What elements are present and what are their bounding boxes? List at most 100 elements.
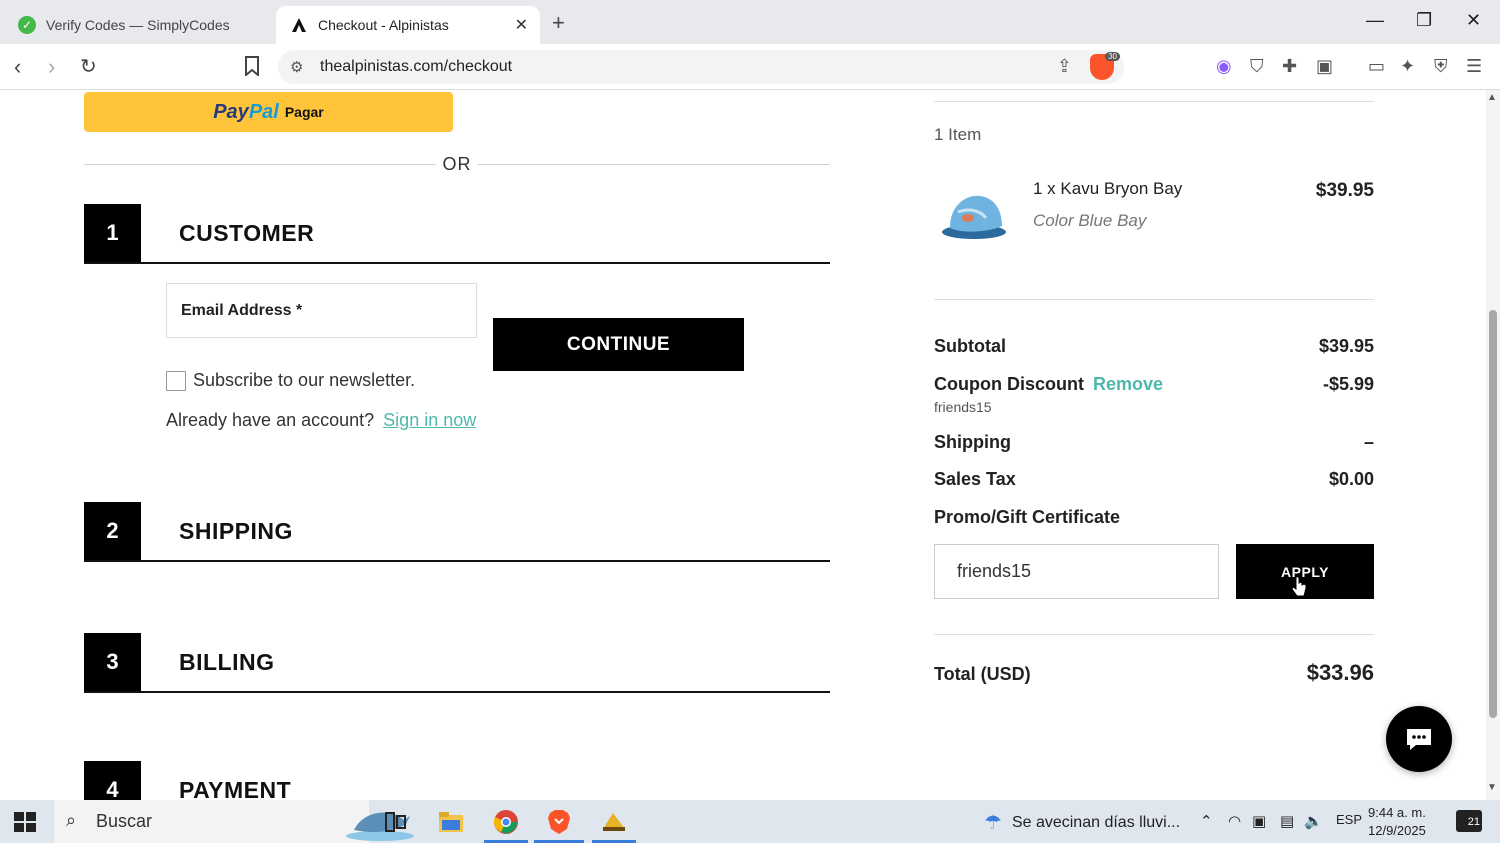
shield-extension-icon[interactable]: ⛉ bbox=[1250, 56, 1264, 77]
email-field[interactable]: Email Address * bbox=[166, 283, 477, 338]
newsletter-label: Subscribe to our newsletter. bbox=[193, 370, 416, 390]
weather-text: Se avecinan días lluvi... bbox=[1011, 813, 1181, 831]
url-text: thealpinistas.com/checkout bbox=[320, 58, 513, 75]
coupon-code: friends15 bbox=[934, 399, 992, 415]
coupon-value: -$5.99 bbox=[1322, 374, 1374, 394]
tab-checkout[interactable]: Checkout - Alpinistas ✕ bbox=[276, 6, 540, 44]
step-title: SHIPPING bbox=[179, 518, 293, 544]
notification-center-icon[interactable]: 21 bbox=[1456, 810, 1482, 832]
close-window-icon[interactable]: ✕ bbox=[1466, 10, 1481, 31]
scrollbar-thumb[interactable] bbox=[1489, 310, 1497, 718]
weather-widget[interactable]: ☂ Se avecinan días lluvi... bbox=[984, 810, 1180, 835]
address-bar[interactable]: ⚙ thealpinistas.com/checkout ⇪ 30 bbox=[278, 50, 1124, 84]
reload-icon[interactable]: ↻ bbox=[80, 54, 97, 79]
menu-icon[interactable]: ☰ bbox=[1466, 56, 1482, 77]
vpn-icon[interactable]: ⛨ bbox=[1434, 56, 1448, 77]
device-icon[interactable]: ▤ bbox=[1280, 812, 1294, 830]
brave-icon[interactable] bbox=[545, 808, 573, 836]
minimize-window-icon[interactable]: — bbox=[1366, 10, 1384, 31]
newsletter-checkbox[interactable] bbox=[166, 370, 186, 391]
app-icon[interactable] bbox=[600, 808, 628, 836]
file-explorer-icon[interactable] bbox=[437, 808, 465, 836]
close-tab-icon[interactable]: ✕ bbox=[515, 15, 528, 35]
paypal-label: Pagar bbox=[284, 104, 324, 120]
paypal-logo: PayPal bbox=[213, 100, 279, 123]
browser-toolbar: ‹ › ↻ ⚙ thealpinistas.com/checkout ⇪ 30 … bbox=[0, 44, 1500, 90]
step-title: BILLING bbox=[179, 649, 275, 675]
site-settings-icon[interactable]: ⚙ bbox=[290, 58, 303, 76]
step-shipping[interactable]: 2 SHIPPING bbox=[84, 502, 830, 562]
clock[interactable]: 9:44 a. m. 12/9/2025 bbox=[1368, 804, 1426, 840]
windows-taskbar: ⌕ Buscar ☂ Se avecinan días lluvi... ⌃ ◠… bbox=[0, 800, 1500, 843]
item-variant: Color Blue Bay bbox=[1033, 211, 1147, 230]
meet-now-icon[interactable]: ▣ bbox=[1252, 812, 1266, 830]
step-title: PAYMENT bbox=[179, 777, 292, 800]
leo-ai-icon[interactable]: ◉ bbox=[1216, 56, 1232, 77]
item-price: $39.95 bbox=[1315, 180, 1374, 201]
scroll-down-icon[interactable]: ▼ bbox=[1487, 782, 1497, 793]
scroll-up-icon[interactable]: ▲ bbox=[1487, 92, 1497, 103]
item-name: 1 x Kavu Bryon Bay bbox=[1033, 179, 1183, 198]
chat-bubble-icon bbox=[1407, 729, 1431, 750]
step-title: CUSTOMER bbox=[179, 220, 315, 246]
tab-title: Checkout - Alpinistas bbox=[318, 17, 449, 33]
search-icon: ⌕ bbox=[66, 810, 77, 830]
back-icon[interactable]: ‹ bbox=[14, 54, 21, 80]
paypal-button[interactable]: PayPal Pagar bbox=[84, 92, 453, 132]
chrome-icon[interactable] bbox=[492, 808, 520, 836]
share-icon[interactable]: ⇪ bbox=[1057, 56, 1072, 77]
newsletter-option[interactable]: Subscribe to our newsletter. bbox=[166, 370, 415, 391]
shields-count-badge: 30 bbox=[1105, 52, 1120, 61]
step-customer: 1 CUSTOMER bbox=[84, 204, 830, 264]
total-label: Total (USD) bbox=[934, 664, 1031, 684]
step-number: 3 bbox=[84, 633, 141, 691]
browser-tab-bar: ✓ Verify Codes — SimplyCodes Checkout - … bbox=[0, 0, 1500, 44]
summary-divider bbox=[934, 634, 1374, 635]
reader-icon[interactable]: ▣ bbox=[1316, 56, 1333, 77]
promo-code-input[interactable]: friends15 bbox=[934, 544, 1219, 599]
signin-prompt: Already have an account? Sign in now bbox=[166, 410, 476, 431]
volume-icon[interactable]: 🔈 bbox=[1304, 812, 1323, 830]
tab-simplycodes[interactable]: ✓ Verify Codes — SimplyCodes bbox=[4, 6, 272, 44]
email-label: Email Address * bbox=[181, 302, 303, 319]
remove-coupon-link[interactable]: Remove bbox=[1093, 374, 1163, 394]
task-view-icon[interactable] bbox=[382, 808, 410, 836]
search-placeholder: Buscar bbox=[96, 811, 153, 831]
new-tab-icon[interactable]: + bbox=[552, 10, 565, 36]
signin-link[interactable]: Sign in now bbox=[383, 410, 476, 430]
step-number: 2 bbox=[84, 502, 141, 560]
or-text: OR bbox=[436, 154, 478, 175]
extensions-icon[interactable]: ✚ bbox=[1282, 56, 1297, 77]
wifi-icon[interactable]: ◠ bbox=[1228, 812, 1241, 830]
sales-tax-label: Sales Tax bbox=[934, 469, 1016, 489]
forward-icon[interactable]: › bbox=[48, 54, 55, 80]
alpinistas-favicon-icon bbox=[290, 16, 308, 34]
product-cap-image bbox=[942, 195, 1006, 239]
show-hidden-icons-icon[interactable]: ⌃ bbox=[1200, 812, 1213, 830]
clock-time: 9:44 a. m. bbox=[1368, 805, 1426, 820]
windows-start-icon[interactable] bbox=[14, 812, 36, 832]
simplycodes-favicon-icon: ✓ bbox=[18, 16, 36, 34]
subtotal-value: $39.95 bbox=[1318, 336, 1374, 356]
coupon-label: Coupon Discount bbox=[934, 374, 1084, 394]
language-indicator[interactable]: ESP bbox=[1336, 812, 1362, 827]
subtotal-label: Subtotal bbox=[934, 336, 1006, 356]
summary-divider bbox=[934, 101, 1374, 102]
chat-widget-button[interactable] bbox=[1386, 706, 1452, 772]
wallet-icon[interactable]: ▭ bbox=[1368, 56, 1385, 77]
total-value: $33.96 bbox=[1306, 660, 1374, 685]
tab-title: Verify Codes — SimplyCodes bbox=[46, 17, 230, 33]
continue-button[interactable]: CONTINUE bbox=[493, 318, 744, 371]
step-number: 1 bbox=[84, 204, 141, 262]
restore-window-icon[interactable]: ❐ bbox=[1416, 10, 1432, 31]
step-billing[interactable]: 3 BILLING bbox=[84, 633, 830, 693]
account-prompt: Already have an account? bbox=[166, 410, 375, 430]
step-payment[interactable]: 4 PAYMENT bbox=[84, 761, 830, 800]
shipping-value: – bbox=[1363, 432, 1374, 452]
bookmark-icon[interactable] bbox=[244, 56, 260, 81]
shipping-label: Shipping bbox=[934, 432, 1011, 452]
promo-label: Promo/Gift Certificate bbox=[934, 507, 1121, 527]
summary-divider bbox=[934, 299, 1374, 300]
taskbar-search[interactable]: ⌕ Buscar bbox=[54, 800, 414, 843]
ai-sparkle-icon[interactable]: ✦ bbox=[1400, 56, 1415, 77]
